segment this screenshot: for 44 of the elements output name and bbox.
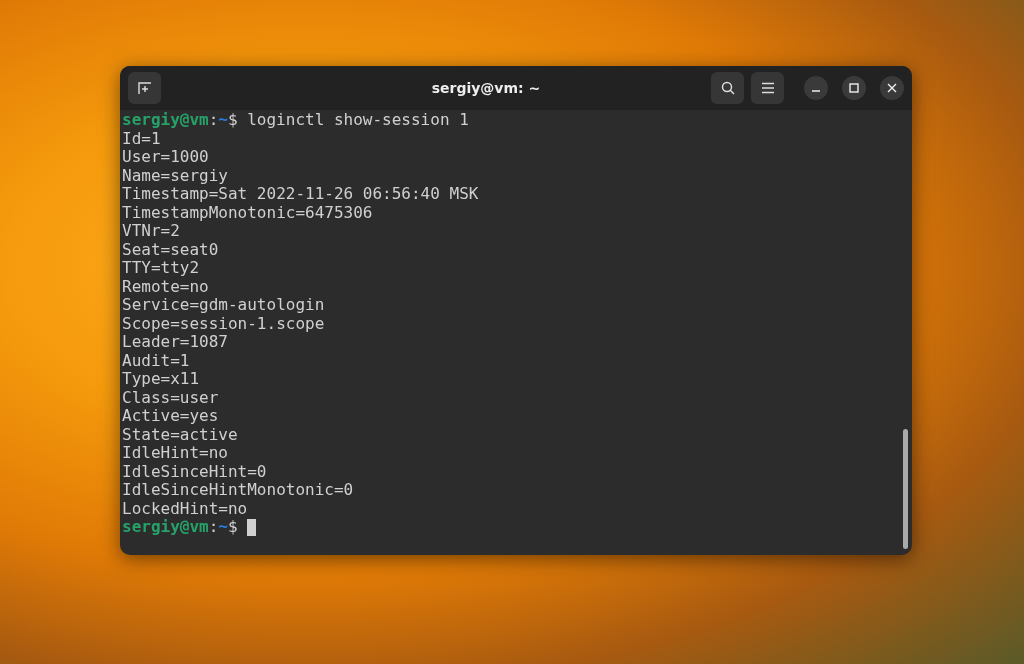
close-icon	[887, 83, 897, 93]
output-line: Timestamp=Sat 2022-11-26 06:56:40 MSK	[122, 185, 479, 204]
menu-icon	[760, 82, 775, 94]
output-line: Service=gdm-autologin	[122, 296, 325, 315]
new-tab-icon	[136, 80, 153, 96]
output-line: TimestampMonotonic=6475306	[122, 203, 373, 222]
prompt-user: sergiy@vm	[122, 111, 209, 130]
prompt-separator: :	[208, 111, 219, 130]
new-tab-button[interactable]	[128, 72, 161, 104]
maximize-button[interactable]	[842, 76, 866, 100]
output-line: LockedHint=no	[122, 499, 248, 518]
output-line: VTNr=2	[122, 222, 180, 241]
maximize-icon	[849, 83, 859, 93]
command-text: loginctl show-session 1	[247, 111, 469, 130]
output-line: IdleSinceHintMonotonic=0	[122, 481, 354, 500]
window-title: sergiy@vm: ~	[430, 80, 542, 96]
menu-button[interactable]	[751, 72, 784, 104]
output-line: Name=sergiy	[122, 166, 228, 185]
output-line: Seat=seat0	[122, 240, 219, 259]
output-line: Type=x11	[122, 370, 200, 389]
output-line: Scope=session-1.scope	[122, 314, 325, 333]
prompt-symbol: $	[228, 111, 238, 130]
scrollbar[interactable]	[903, 429, 908, 549]
output-line: Active=yes	[122, 407, 219, 426]
prompt-separator: :	[208, 518, 219, 537]
prompt-symbol: $	[228, 518, 238, 537]
prompt-path: ~	[218, 518, 228, 537]
minimize-icon	[811, 90, 821, 92]
search-icon	[719, 80, 736, 96]
output-line: IdleHint=no	[122, 444, 228, 463]
output-line: Audit=1	[122, 351, 190, 370]
search-button[interactable]	[711, 72, 744, 104]
prompt-path: ~	[218, 111, 228, 130]
close-button[interactable]	[880, 76, 904, 100]
output-line: State=active	[122, 425, 238, 444]
minimize-button[interactable]	[804, 76, 828, 100]
output-line: Leader=1087	[122, 333, 228, 352]
output-line: Id=1	[122, 129, 161, 148]
output-line: TTY=tty2	[122, 259, 200, 278]
output-line: User=1000	[122, 148, 209, 167]
output-line: Remote=no	[122, 277, 209, 296]
output-line: IdleSinceHint=0	[122, 462, 267, 481]
output-line: Class=user	[122, 388, 219, 407]
prompt-user: sergiy@vm	[122, 518, 209, 537]
